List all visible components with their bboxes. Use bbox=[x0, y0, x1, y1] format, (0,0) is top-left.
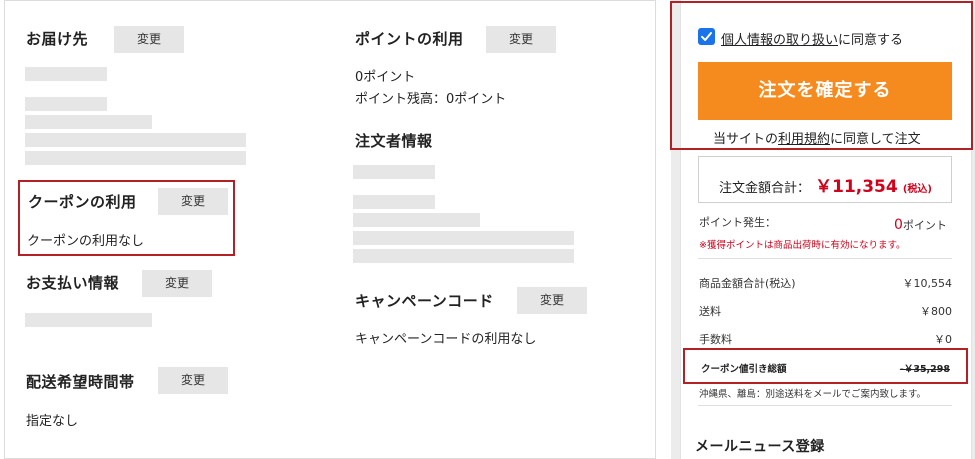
redacted-orderer-line bbox=[353, 231, 574, 245]
delivery-time-change-button[interactable]: 変更 bbox=[158, 367, 228, 394]
shipping-label: 送料 bbox=[699, 305, 721, 318]
points-heading: ポイントの利用 bbox=[355, 30, 464, 48]
coupon-discount-value: -￥35,298 bbox=[899, 364, 950, 375]
delivery-time-heading: 配送希望時間帯 bbox=[26, 373, 135, 391]
subtotal-label: 商品金額合計(税込) bbox=[699, 277, 796, 290]
order-total-amount: ￥11,354 bbox=[815, 177, 898, 197]
delivery-time-value: 指定なし bbox=[26, 414, 79, 429]
points-note: ※獲得ポイントは商品出荷時に有効になります。 bbox=[699, 240, 906, 251]
order-total-row: 注文金額合計： ￥11,354 (税込) bbox=[719, 172, 932, 197]
coupon-heading: クーポンの利用 bbox=[28, 193, 137, 211]
fee-value: ￥0 bbox=[934, 333, 952, 346]
delivery-change-button[interactable]: 変更 bbox=[114, 26, 184, 53]
redacted-orderer-line bbox=[353, 213, 480, 227]
confirm-highlight-frame bbox=[670, 1, 973, 150]
order-total-label: 注文金額合計： bbox=[719, 181, 811, 196]
campaign-change-button[interactable]: 変更 bbox=[517, 287, 587, 314]
order-total-tax-label: (税込) bbox=[902, 184, 932, 195]
shipping-value: ￥800 bbox=[920, 305, 952, 318]
redacted-address-line bbox=[25, 67, 107, 81]
redacted-address-line bbox=[25, 115, 152, 129]
points-balance-text: ポイント残高：0ポイント bbox=[355, 92, 507, 107]
redacted-address-line bbox=[25, 97, 107, 111]
redacted-orderer-line bbox=[353, 195, 435, 209]
payment-change-button[interactable]: 変更 bbox=[142, 270, 212, 297]
coupon-change-button[interactable]: 変更 bbox=[158, 188, 228, 215]
campaign-status-text: キャンペーンコードの利用なし bbox=[355, 332, 537, 347]
delivery-heading: お届け先 bbox=[26, 30, 89, 48]
points-change-button[interactable]: 変更 bbox=[486, 26, 556, 53]
coupon-status-text: クーポンの利用なし bbox=[27, 234, 145, 249]
redacted-orderer-line bbox=[353, 249, 574, 263]
points-earned-value: 0 bbox=[894, 217, 903, 233]
payment-heading: お支払い情報 bbox=[26, 274, 120, 292]
points-earned-value-row: 0ポイント bbox=[894, 214, 947, 233]
summary-divider bbox=[698, 405, 952, 406]
campaign-heading: キャンペーンコード bbox=[355, 292, 494, 310]
summary-divider bbox=[698, 258, 952, 259]
redacted-payment-line bbox=[25, 313, 152, 327]
points-earned-label: ポイント発生： bbox=[699, 216, 776, 229]
shipping-note: 沖縄県、離島：別途送料をメールでご案内致します。 bbox=[699, 389, 927, 400]
subtotal-value: ￥10,554 bbox=[902, 277, 953, 290]
redacted-address-line bbox=[25, 133, 246, 147]
coupon-discount-label: クーポン値引き総額 bbox=[701, 364, 787, 375]
orderer-heading: 注文者情報 bbox=[355, 132, 433, 150]
points-used-text: 0ポイント bbox=[355, 70, 416, 85]
fee-label: 手数料 bbox=[699, 333, 732, 346]
redacted-address-line bbox=[25, 151, 246, 165]
newsletter-heading: メールニュース登録 bbox=[695, 439, 825, 455]
redacted-orderer-line bbox=[353, 165, 435, 179]
points-earned-unit: ポイント bbox=[902, 219, 947, 232]
